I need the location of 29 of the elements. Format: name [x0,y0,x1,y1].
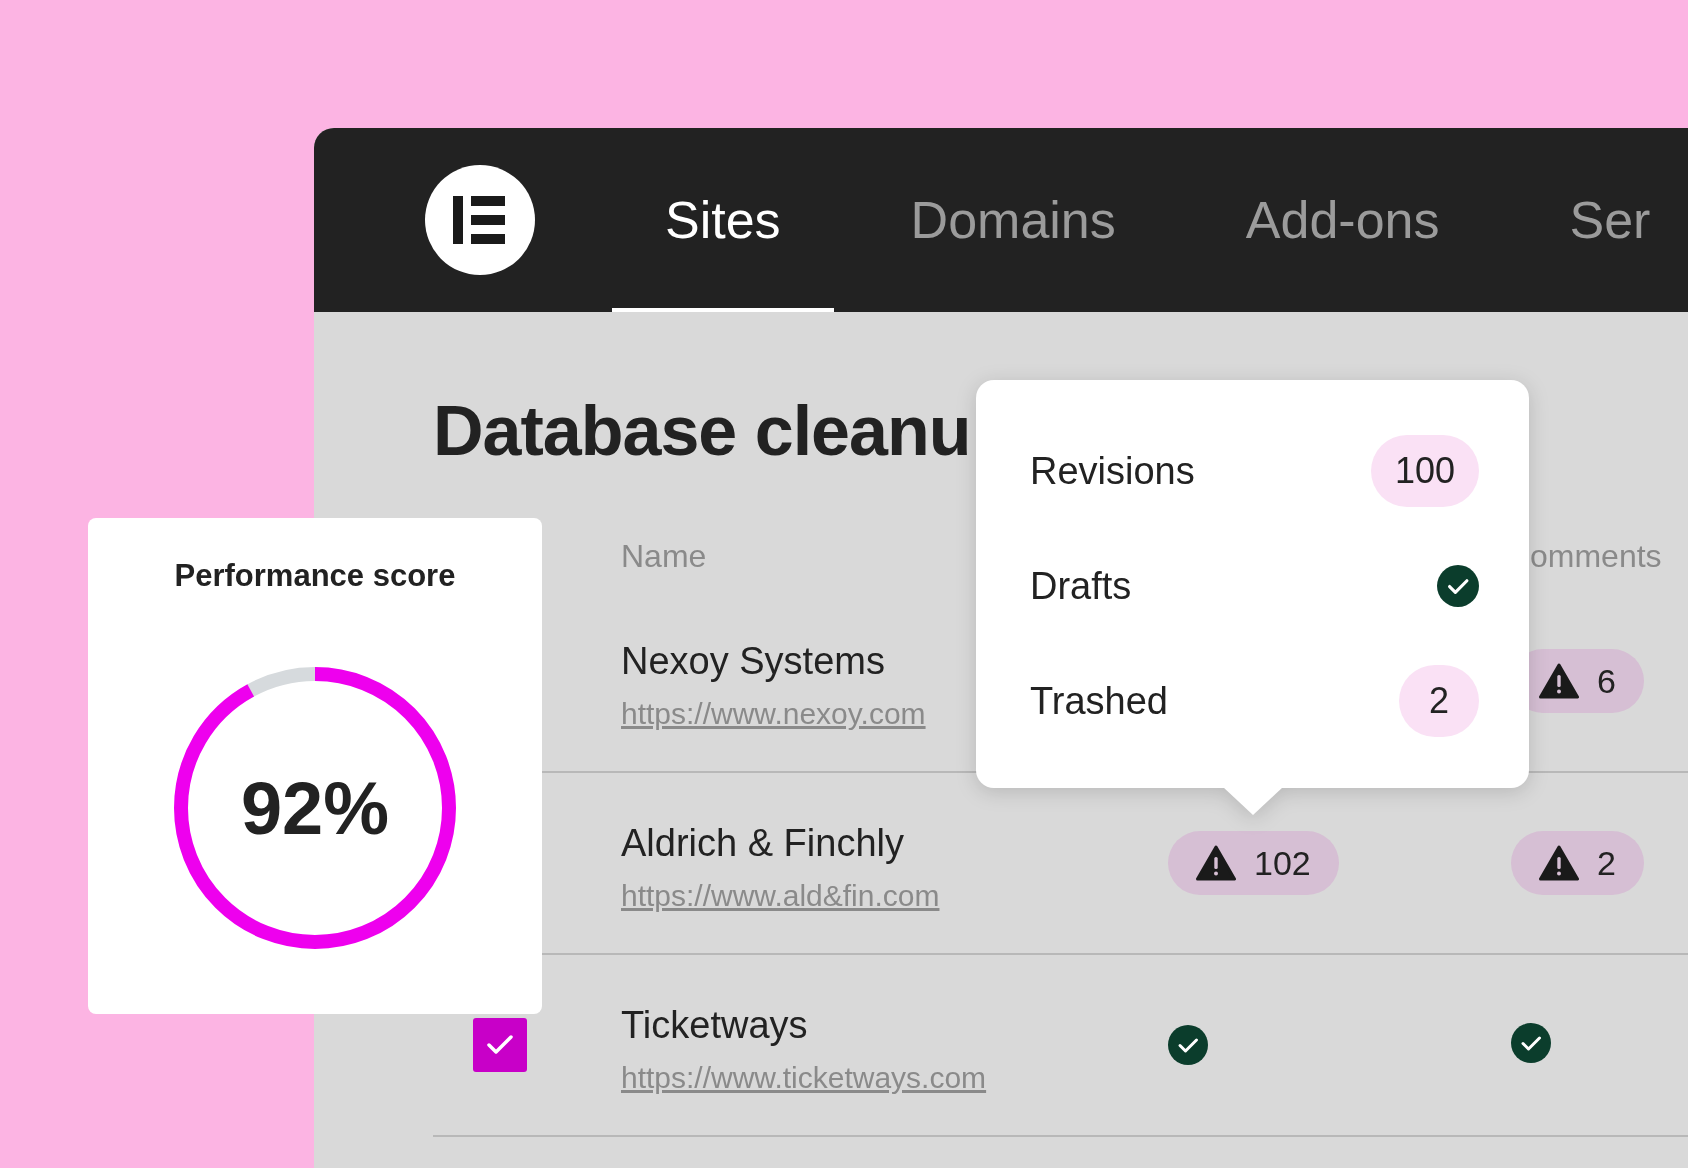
ring-track [247,667,316,697]
warning-icon [1196,845,1236,881]
warning-badge: 2 [1511,831,1644,895]
column-header: Name [621,536,707,576]
nav-tab[interactable]: Add-ons [1192,128,1493,312]
site-name: Aldrich & Finchly [621,821,904,865]
site-name: Ticketways [621,1003,808,1047]
check-circle-icon [1511,1023,1551,1063]
popover-label: Drafts [1030,564,1132,608]
check-circle-icon [1437,565,1479,607]
checkmark-icon [486,1034,514,1056]
warning-icon [1539,845,1579,881]
warning-icon [1539,663,1579,699]
check-circle-icon [1168,1025,1208,1065]
count-badge: 100 [1370,435,1479,507]
row-checkbox[interactable] [473,1018,527,1072]
card-title: Performance score [174,558,456,594]
page-title: Database cleanu [433,391,971,472]
warning-badge: 102 [1168,831,1339,895]
logo[interactable] [425,165,535,275]
score-value: 92% [240,765,390,851]
site-name: Nexoy Systems [621,639,885,683]
nav-tab[interactable]: Ser [1516,128,1688,312]
popover-label: Revisions [1030,449,1195,493]
popover-label: Trashed [1030,679,1168,723]
count-badge: 2 [1399,665,1479,737]
nav-tab[interactable]: Sites [612,128,834,312]
column-header: omments [1529,536,1662,576]
nav-tab[interactable]: Domains [857,128,1169,312]
